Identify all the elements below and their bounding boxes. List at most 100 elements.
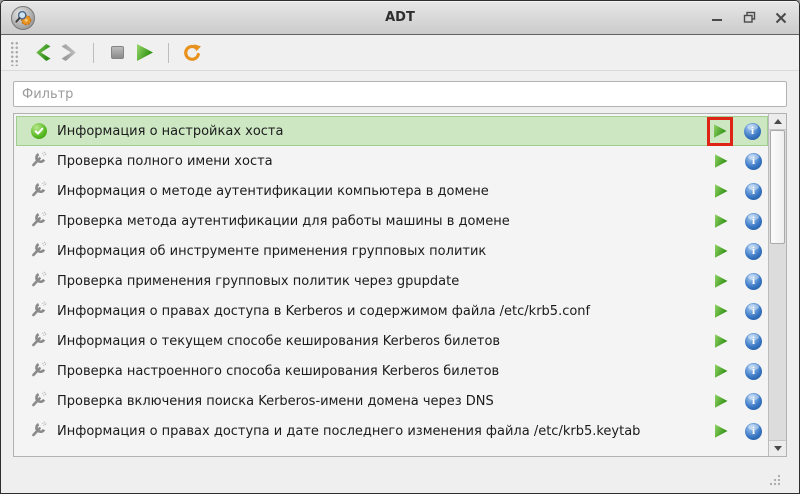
minimize-button[interactable] — [709, 10, 725, 26]
checklist-rows: Информация о настройках хоста i Проверка… — [14, 114, 768, 456]
status-icon-slot — [30, 153, 47, 170]
wrench-icon — [31, 271, 47, 291]
list-item[interactable]: Проверка применения групповых политик че… — [16, 266, 768, 296]
info-icon: i — [752, 245, 755, 257]
title-bar[interactable]: ADT — [1, 1, 799, 35]
list-item-label: Проверка настроенного способа кешировани… — [57, 364, 701, 379]
info-icon: i — [752, 365, 755, 377]
info-button[interactable]: i — [745, 423, 762, 440]
refresh-icon — [182, 43, 202, 63]
info-button[interactable]: i — [745, 153, 762, 170]
wrench-icon — [31, 361, 47, 381]
info-button[interactable]: i — [745, 183, 762, 200]
info-button[interactable]: i — [745, 213, 762, 230]
run-check-button[interactable] — [715, 424, 728, 438]
run-check-button[interactable] — [715, 154, 728, 168]
wrench-icon — [31, 211, 47, 231]
list-item-label: Проверка включения поиска Kerberos-имени… — [57, 394, 701, 409]
list-item[interactable]: Проверка полного имени хоста i — [16, 146, 768, 176]
minimize-icon — [711, 12, 723, 24]
list-item[interactable]: Проверка метода аутентификации для работ… — [16, 206, 768, 236]
list-item-label: Информация об инструменте применения гру… — [57, 244, 701, 259]
list-item[interactable]: Информация о правах доступа и дате после… — [16, 416, 768, 446]
toolbar-drag-handle[interactable] — [9, 40, 18, 66]
status-icon-slot — [30, 363, 47, 380]
info-icon: i — [752, 185, 755, 197]
list-item[interactable]: Информация о текущем способе кеширования… — [16, 326, 768, 356]
run-annotation-frame — [711, 360, 731, 383]
main-content: Информация о настройках хоста i Проверка… — [1, 71, 799, 493]
info-button[interactable]: i — [745, 273, 762, 290]
close-button[interactable] — [773, 10, 789, 26]
scrollbar-thumb[interactable] — [770, 130, 785, 244]
run-annotation-frame — [711, 330, 731, 353]
stop-button[interactable] — [103, 39, 131, 67]
run-annotation-frame — [711, 240, 731, 263]
info-button[interactable]: i — [745, 363, 762, 380]
scroll-up-button[interactable] — [769, 114, 786, 130]
status-icon-slot — [30, 213, 47, 230]
list-item[interactable]: Проверка настроенного способа кешировани… — [16, 356, 768, 386]
info-button[interactable]: i — [744, 123, 761, 140]
scroll-down-button[interactable] — [769, 440, 786, 456]
run-check-button[interactable] — [715, 394, 728, 408]
check-success-icon — [31, 123, 47, 139]
filter-input[interactable] — [13, 81, 787, 107]
refresh-button[interactable] — [178, 39, 206, 67]
run-check-button[interactable] — [715, 334, 728, 348]
restore-icon — [743, 11, 756, 24]
list-item-label: Проверка метода аутентификации для работ… — [57, 214, 701, 229]
run-check-button[interactable] — [715, 304, 728, 318]
list-item[interactable]: Информация о правах доступа в Kerberos и… — [16, 296, 768, 326]
list-item[interactable]: Информация о настройках хоста i — [16, 116, 768, 146]
wrench-icon — [31, 151, 47, 171]
info-icon: i — [752, 215, 755, 227]
run-annotation-frame — [711, 300, 731, 323]
run-annotation-frame — [710, 120, 730, 143]
info-button[interactable]: i — [745, 333, 762, 350]
run-check-button[interactable] — [715, 274, 728, 288]
run-all-button[interactable] — [131, 39, 159, 67]
status-icon-slot — [30, 393, 47, 410]
run-check-button[interactable] — [714, 124, 727, 138]
list-item-label: Проверка применения групповых политик че… — [57, 274, 701, 289]
toolbar-separator — [168, 43, 169, 63]
status-icon-slot — [30, 243, 47, 260]
info-button[interactable]: i — [745, 243, 762, 260]
toolbar — [1, 35, 799, 71]
info-button[interactable]: i — [745, 393, 762, 410]
magnifier-gear-icon — [14, 9, 32, 27]
run-check-button[interactable] — [715, 244, 728, 258]
restore-button[interactable] — [741, 10, 757, 26]
run-annotation-frame — [711, 150, 731, 173]
toolbar-separator — [93, 43, 94, 63]
resize-grip-icon[interactable] — [768, 473, 781, 486]
info-icon: i — [752, 275, 755, 287]
list-item[interactable]: Проверка включения поиска Kerberos-имени… — [16, 386, 768, 416]
wrench-icon — [31, 421, 47, 441]
arrow-down-icon — [774, 446, 782, 451]
info-button[interactable]: i — [745, 303, 762, 320]
run-annotation-frame — [711, 420, 731, 443]
wrench-icon — [31, 241, 47, 261]
play-icon — [137, 44, 153, 61]
list-item-label: Информация о методе аутентификации компь… — [57, 184, 701, 199]
window-title: ADT — [1, 10, 799, 25]
run-check-button[interactable] — [715, 214, 728, 228]
run-annotation-frame — [711, 270, 731, 293]
wrench-icon — [31, 301, 47, 321]
run-check-button[interactable] — [715, 184, 728, 198]
list-item-label: Проверка полного имени хоста — [57, 154, 701, 169]
list-item[interactable]: Информация о методе аутентификации компь… — [16, 176, 768, 206]
status-icon-slot — [30, 333, 47, 350]
scrollbar-track[interactable] — [769, 130, 786, 440]
vertical-scrollbar[interactable] — [768, 114, 786, 456]
back-button[interactable] — [28, 39, 56, 67]
info-icon: i — [752, 155, 755, 167]
list-item-label: Информация о текущем способе кеширования… — [57, 334, 701, 349]
forward-button[interactable] — [56, 39, 84, 67]
run-annotation-frame — [711, 210, 731, 233]
list-item[interactable]: Информация об инструменте применения гру… — [16, 236, 768, 266]
forward-arrow-icon — [62, 44, 79, 61]
run-check-button[interactable] — [715, 364, 728, 378]
